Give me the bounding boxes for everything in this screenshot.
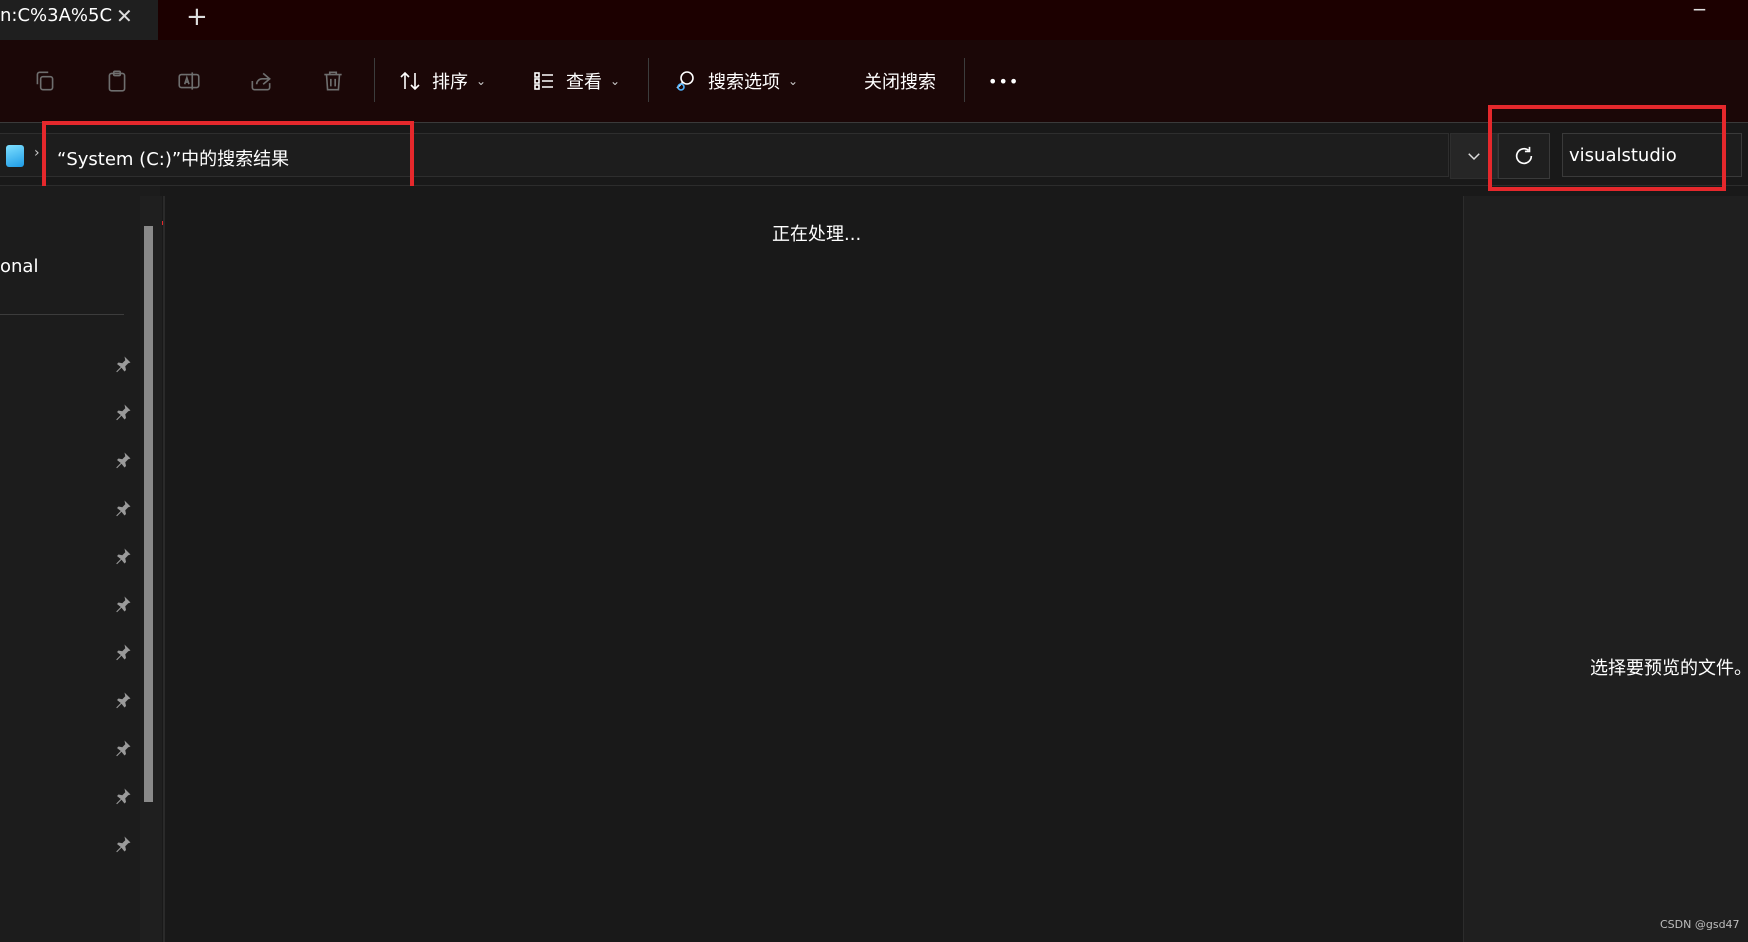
close-search-label: 关闭搜索	[864, 72, 936, 93]
drive-icon	[6, 145, 24, 167]
search-options-button[interactable]: 搜索选项 ⌄	[674, 64, 798, 98]
pin-icon[interactable]	[114, 403, 132, 421]
chevron-down-icon: ⌄	[476, 74, 487, 88]
processing-status: 正在处理...	[772, 224, 862, 245]
pin-icon[interactable]	[114, 595, 132, 613]
view-list-icon	[534, 72, 553, 90]
pin-icon[interactable]	[114, 691, 132, 709]
view-button[interactable]: 查看 ⌄	[532, 64, 620, 98]
tab-close-icon[interactable]: ✕	[116, 4, 133, 28]
pin-icon[interactable]	[114, 787, 132, 805]
active-tab[interactable]: n:C%3A%5C ✕	[0, 0, 158, 40]
sidebar-scrollbar-thumb[interactable]	[144, 226, 153, 802]
pin-icon[interactable]	[114, 355, 132, 373]
breadcrumb-chevron-icon[interactable]: ›	[34, 145, 40, 161]
tab-title: n:C%3A%5C	[0, 5, 113, 26]
file-list-pane[interactable]	[165, 186, 1463, 942]
highlight-box-search	[1488, 105, 1726, 191]
copy-icon[interactable]	[30, 66, 60, 96]
command-bar: 排序 ⌄ 查看 ⌄ 搜索选项 ⌄ 关闭搜索 •••	[0, 40, 1748, 123]
toolbar-divider	[374, 58, 375, 102]
nav-divider	[0, 314, 124, 315]
paste-icon[interactable]	[102, 66, 132, 96]
sort-button[interactable]: 排序 ⌄	[398, 64, 486, 98]
sort-icon	[400, 71, 420, 91]
pin-icon[interactable]	[114, 739, 132, 757]
pin-icon[interactable]	[114, 835, 132, 853]
preview-pane	[1463, 196, 1748, 942]
pin-icon[interactable]	[114, 499, 132, 517]
tab-bar: n:C%3A%5C ✕ + _	[0, 0, 1748, 40]
chevron-down-icon: ⌄	[610, 74, 621, 88]
delete-icon[interactable]	[318, 66, 348, 96]
pin-icon[interactable]	[114, 643, 132, 661]
nav-item-label[interactable]: onal	[0, 256, 38, 277]
more-icon: •••	[988, 71, 1020, 91]
pin-icon[interactable]	[114, 451, 132, 469]
preview-empty-message: 选择要预览的文件。	[1590, 658, 1748, 679]
toolbar-divider	[964, 58, 965, 102]
pin-icon[interactable]	[114, 547, 132, 565]
close-search-button[interactable]: 关闭搜索	[864, 64, 936, 98]
watermark: CSDN @gsd47	[1660, 918, 1740, 931]
search-options-icon	[676, 71, 694, 91]
chevron-down-icon: ⌄	[788, 74, 799, 88]
chevron-down-icon	[1468, 153, 1480, 161]
toolbar-divider	[648, 58, 649, 102]
view-label: 查看	[566, 72, 602, 93]
navigation-pane: onal	[0, 186, 160, 942]
share-icon[interactable]	[246, 66, 276, 96]
search-options-label: 搜索选项	[708, 72, 780, 93]
minimize-icon[interactable]: _	[1694, 0, 1705, 11]
rename-icon[interactable]	[174, 66, 204, 96]
more-options-button[interactable]: •••	[988, 64, 1019, 98]
new-tab-button[interactable]: +	[186, 2, 208, 32]
sort-label: 排序	[432, 72, 468, 93]
